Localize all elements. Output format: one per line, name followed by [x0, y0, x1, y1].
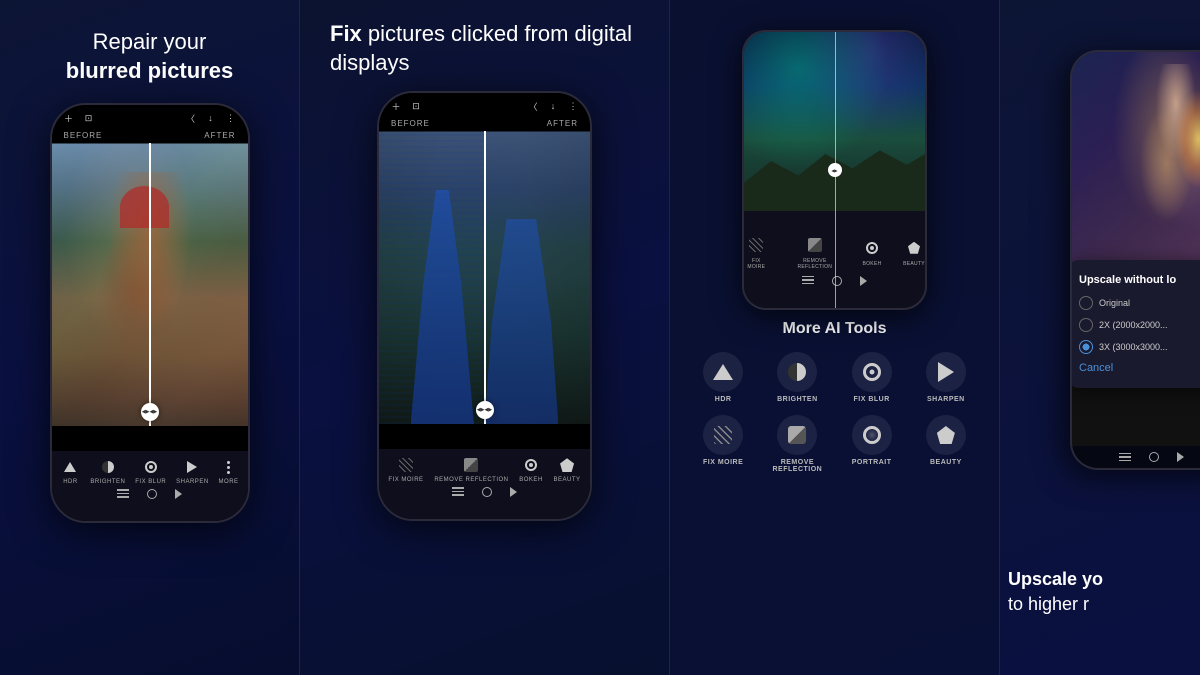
nav-home-icon — [147, 489, 157, 499]
nav-menu-icon-4 — [1119, 453, 1131, 462]
upscale-text: Upscale yo to higher r — [1008, 569, 1200, 615]
radio-original-label: Original — [1099, 298, 1130, 308]
nav-menu-icon-3 — [802, 276, 814, 286]
nav-menu-icon — [117, 489, 129, 499]
p3-tool-fixmoire[interactable]: FIX MOIRE — [744, 234, 769, 270]
nav-home-icon-3 — [832, 276, 842, 286]
crop-icon: ⊡ — [82, 111, 96, 125]
nav-home-icon-2 — [482, 487, 492, 497]
phone-bottom-2: FIX MOIRE REMOVE REFLECTION BOKEH BEAUTY — [379, 449, 590, 519]
share-icon-2: 〈 — [526, 99, 540, 113]
before-label-2: BEFORE — [391, 119, 430, 128]
phone-small: ◀▶ FIX MOIRE REMOVE REFLECTION BOKEH BEA… — [742, 30, 927, 310]
section-upscale: Upscale without lo Original 2X (2000x200… — [1000, 0, 1200, 675]
phone-toolbar-2: ＋ ⊡ 〈 ↓ ⋮ — [379, 93, 590, 119]
tools-grid-row2: FIX MOIRE REMOVE REFLECTION PORTRAIT BEA… — [680, 415, 989, 473]
ai-tool-fixmoire2[interactable]: FIX MOIRE — [688, 415, 758, 473]
nav-back-icon-4 — [1177, 452, 1184, 462]
download-icon: ↓ — [204, 111, 218, 125]
radio-original[interactable]: Original — [1079, 296, 1200, 310]
tool-row-1: HDR BRIGHTEN FIX BLUR SHARPEN — [56, 457, 244, 485]
ai-tool-brighten[interactable]: BRIGHTEN — [762, 352, 832, 403]
tool-bokeh[interactable]: BOKEH — [519, 455, 543, 483]
radio-2x[interactable]: 2X (2000x2000... — [1079, 318, 1200, 332]
section-ai-tools: ◀▶ FIX MOIRE REMOVE REFLECTION BOKEH BEA… — [670, 0, 1000, 675]
phone-mockup-2: ＋ ⊡ 〈 ↓ ⋮ BEFORE AFTER — [377, 91, 592, 521]
ai-tool-removerefl2[interactable]: REMOVE REFLECTION — [762, 415, 832, 473]
upscale-heading: Upscale yo — [1008, 569, 1200, 590]
add-icon: ＋ — [62, 111, 76, 125]
section-repair: Repair your blurred pictures ＋ ⊡ 〈 ↓ ⋮ B… — [0, 0, 300, 675]
heading-rest: pictures clicked from digital displays — [330, 21, 632, 75]
divider-line-2 — [484, 131, 486, 424]
after-label: AFTER — [204, 131, 235, 140]
more-icon: ⋮ — [224, 111, 238, 125]
nav-back-icon-2 — [510, 487, 517, 497]
phone3-handle[interactable]: ◀▶ — [828, 163, 842, 177]
phone4-navbar — [1072, 446, 1200, 468]
add-icon-2: ＋ — [389, 99, 403, 113]
tool-brighten[interactable]: BRIGHTEN — [90, 457, 125, 485]
tool-remove-reflection[interactable]: REMOVE REFLECTION — [434, 455, 508, 483]
upscale-sub: to higher r — [1008, 594, 1200, 615]
nav-menu-icon-2 — [452, 487, 464, 497]
nav-home-icon-4 — [1149, 452, 1159, 462]
heading-line1: Repair your — [66, 28, 233, 57]
tools-grid-row1: HDR BRIGHTEN FIX BLUR SHARPEN — [680, 352, 989, 403]
section-fix: Fix pictures clicked from digital displa… — [300, 0, 670, 675]
ai-tool-sharpen[interactable]: SHARPEN — [911, 352, 981, 403]
radio-original-circle — [1079, 296, 1093, 310]
tool-hdr[interactable]: HDR — [60, 457, 80, 485]
ai-tool-fixblur[interactable]: FIX BLUR — [837, 352, 907, 403]
tool-more[interactable]: MORE — [219, 457, 239, 485]
more-icon-2: ⋮ — [566, 99, 580, 113]
nav-back-icon — [175, 489, 182, 499]
crop-icon-2: ⊡ — [409, 99, 423, 113]
divider-handle-2[interactable]: ◀▶ — [476, 401, 494, 419]
p3-tool-removerefl[interactable]: REMOVE REFLECTION — [789, 234, 841, 270]
ai-tools-section: More AI Tools HDR BRIGHTEN FIX BLUR SHAR… — [670, 320, 999, 473]
heading-line2: blurred pictures — [66, 57, 233, 86]
nav-back-icon-3 — [860, 276, 867, 286]
tool-fixblur[interactable]: FIX BLUR — [135, 457, 166, 485]
phone-bottom-1: HDR BRIGHTEN FIX BLUR SHARPEN — [52, 451, 248, 521]
tool-beauty[interactable]: BEAUTY — [554, 455, 581, 483]
ai-tools-title: More AI Tools — [680, 320, 989, 338]
radio-2x-label: 2X (2000x2000... — [1099, 320, 1168, 330]
radio-3x-label: 3X (3000x3000... — [1099, 342, 1168, 352]
ai-tool-hdr[interactable]: HDR — [688, 352, 758, 403]
after-label-2: AFTER — [547, 119, 578, 128]
radio-2x-circle — [1079, 318, 1093, 332]
ai-tool-beauty2[interactable]: BEAUTY — [911, 415, 981, 473]
share-icon: 〈 — [184, 111, 198, 125]
heading-bold: Fix — [330, 21, 362, 46]
upscale-bold: Upscale yo — [1008, 569, 1103, 589]
section2-heading: Fix pictures clicked from digital displa… — [300, 20, 669, 77]
download-icon-2: ↓ — [546, 99, 560, 113]
divider-handle[interactable]: ◀▶ — [141, 403, 159, 421]
before-label: BEFORE — [64, 131, 103, 140]
divider-line — [149, 143, 151, 426]
phone-4-partial: Upscale without lo Original 2X (2000x200… — [1070, 50, 1200, 470]
radio-3x[interactable]: 3X (3000x3000... — [1079, 340, 1200, 354]
phone-toolbar-1: ＋ ⊡ 〈 ↓ ⋮ — [52, 105, 248, 131]
phone-mockup-1: ＋ ⊡ 〈 ↓ ⋮ BEFORE AFTER — [50, 103, 250, 523]
tool-row-2: FIX MOIRE REMOVE REFLECTION BOKEH BEAUTY — [383, 455, 586, 483]
dialog-title: Upscale without lo — [1079, 274, 1200, 286]
cancel-button[interactable]: Cancel — [1079, 362, 1200, 374]
p3-tool-bokeh[interactable]: BOKEH — [861, 237, 883, 267]
tool-fixmoire[interactable]: FIX MOIRE — [388, 455, 423, 483]
radio-3x-circle — [1079, 340, 1093, 354]
tool-sharpen[interactable]: SHARPEN — [176, 457, 209, 485]
section1-heading: Repair your blurred pictures — [66, 28, 233, 85]
upscale-dialog: Upscale without lo Original 2X (2000x200… — [1070, 260, 1200, 388]
p3-tool-beauty[interactable]: BEAUTY — [903, 237, 925, 267]
ai-tool-portrait[interactable]: PORTRAIT — [837, 415, 907, 473]
